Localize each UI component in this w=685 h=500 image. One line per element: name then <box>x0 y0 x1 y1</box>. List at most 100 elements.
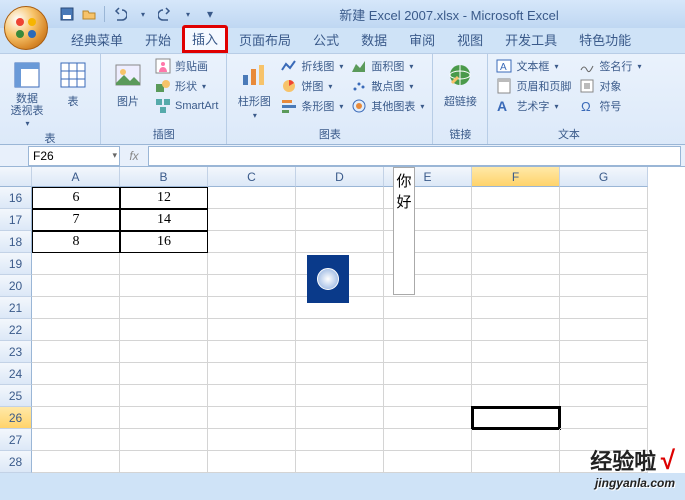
tab-home[interactable]: 开始 <box>134 25 182 53</box>
cell[interactable] <box>32 363 120 385</box>
smartart-button[interactable]: SmartArt <box>153 97 220 115</box>
formula-input[interactable] <box>148 146 681 166</box>
cell[interactable] <box>472 297 560 319</box>
cell-A18[interactable]: 8 <box>32 231 120 253</box>
cell[interactable] <box>472 363 560 385</box>
cell[interactable] <box>208 341 296 363</box>
cell[interactable] <box>32 451 120 473</box>
cell[interactable] <box>208 451 296 473</box>
cell-F26-active[interactable] <box>472 407 560 429</box>
cell[interactable] <box>384 407 472 429</box>
cell[interactable] <box>120 451 208 473</box>
cell[interactable] <box>208 407 296 429</box>
cell[interactable] <box>208 429 296 451</box>
cell[interactable] <box>472 231 560 253</box>
row-header[interactable]: 28 <box>0 451 32 473</box>
cell[interactable] <box>296 319 384 341</box>
row-header[interactable]: 25 <box>0 385 32 407</box>
row-header[interactable]: 20 <box>0 275 32 297</box>
row-header[interactable]: 24 <box>0 363 32 385</box>
cell[interactable] <box>208 275 296 297</box>
cell[interactable] <box>296 429 384 451</box>
cell[interactable] <box>32 253 120 275</box>
cell[interactable] <box>384 319 472 341</box>
cell[interactable] <box>32 429 120 451</box>
row-header[interactable]: 22 <box>0 319 32 341</box>
cell[interactable] <box>560 363 648 385</box>
open-icon[interactable] <box>80 5 98 23</box>
pivot-table-button[interactable]: 数据 透视表 ▾ <box>6 57 48 130</box>
cell[interactable] <box>472 275 560 297</box>
cell-B16[interactable]: 12 <box>120 187 208 209</box>
headerfooter-button[interactable]: 页眉和页脚 <box>494 77 573 95</box>
undo-icon[interactable] <box>111 5 129 23</box>
row-header[interactable]: 21 <box>0 297 32 319</box>
cell[interactable] <box>32 319 120 341</box>
row-header[interactable]: 26 <box>0 407 32 429</box>
cell[interactable] <box>560 275 648 297</box>
row-header[interactable]: 19 <box>0 253 32 275</box>
vertical-textbox[interactable]: 你 好 <box>393 167 415 295</box>
table-button[interactable]: 表 <box>52 57 94 111</box>
tab-insert[interactable]: 插入 <box>182 25 228 53</box>
cell[interactable] <box>472 341 560 363</box>
cell[interactable] <box>384 429 472 451</box>
shapes-button[interactable]: 形状 ▾ <box>153 77 220 95</box>
tab-classic[interactable]: 经典菜单 <box>60 25 134 53</box>
cell[interactable] <box>296 385 384 407</box>
pie-chart-button[interactable]: 饼图▾ <box>279 77 345 95</box>
col-header-D[interactable]: D <box>296 167 384 187</box>
cell[interactable] <box>472 319 560 341</box>
bar-chart-button[interactable]: 条形图▾ <box>279 97 345 115</box>
cell[interactable] <box>560 231 648 253</box>
cell[interactable] <box>560 297 648 319</box>
area-chart-button[interactable]: 面积图▾ <box>349 57 426 75</box>
row-header[interactable]: 27 <box>0 429 32 451</box>
cell[interactable] <box>296 231 384 253</box>
tab-layout[interactable]: 页面布局 <box>228 25 302 53</box>
fx-icon[interactable]: fx <box>124 147 144 165</box>
cell[interactable] <box>32 407 120 429</box>
cell[interactable] <box>32 385 120 407</box>
tab-formula[interactable]: 公式 <box>302 25 350 53</box>
clipart-button[interactable]: 剪贴画 <box>153 57 220 75</box>
tab-review[interactable]: 审阅 <box>398 25 446 53</box>
cell[interactable] <box>560 407 648 429</box>
cell[interactable] <box>472 187 560 209</box>
cell[interactable] <box>208 231 296 253</box>
cell[interactable] <box>296 363 384 385</box>
cell[interactable] <box>296 451 384 473</box>
cell[interactable] <box>384 341 472 363</box>
col-header-B[interactable]: B <box>120 167 208 187</box>
tab-data[interactable]: 数据 <box>350 25 398 53</box>
picture-button[interactable]: 图片 <box>107 57 149 111</box>
cell[interactable] <box>384 363 472 385</box>
sigline-button[interactable]: 签名行▾ <box>577 57 643 75</box>
cell-B17[interactable]: 14 <box>120 209 208 231</box>
cell[interactable] <box>296 187 384 209</box>
redo-dropdown-icon[interactable]: ▾ <box>179 5 197 23</box>
qat-customize-icon[interactable]: ▾ <box>201 5 219 23</box>
embedded-picture[interactable] <box>307 255 349 303</box>
line-chart-button[interactable]: 折线图▾ <box>279 57 345 75</box>
tab-view[interactable]: 视图 <box>446 25 494 53</box>
cell[interactable] <box>208 297 296 319</box>
cell[interactable] <box>472 385 560 407</box>
tab-special[interactable]: 特色功能 <box>568 25 642 53</box>
namebox-dropdown-icon[interactable]: ▾ <box>112 150 117 161</box>
col-header-A[interactable]: A <box>32 167 120 187</box>
row-header[interactable]: 16 <box>0 187 32 209</box>
select-all-corner[interactable] <box>0 167 32 187</box>
name-box[interactable]: F26 ▾ <box>28 146 120 166</box>
row-header[interactable]: 18 <box>0 231 32 253</box>
cell[interactable] <box>32 297 120 319</box>
cell[interactable] <box>296 209 384 231</box>
cell-B18[interactable]: 16 <box>120 231 208 253</box>
cell[interactable] <box>32 275 120 297</box>
cell[interactable] <box>472 253 560 275</box>
cell[interactable] <box>560 187 648 209</box>
cell[interactable] <box>560 319 648 341</box>
object-button[interactable]: 对象 <box>577 77 643 95</box>
cell[interactable] <box>384 385 472 407</box>
cell[interactable] <box>208 209 296 231</box>
